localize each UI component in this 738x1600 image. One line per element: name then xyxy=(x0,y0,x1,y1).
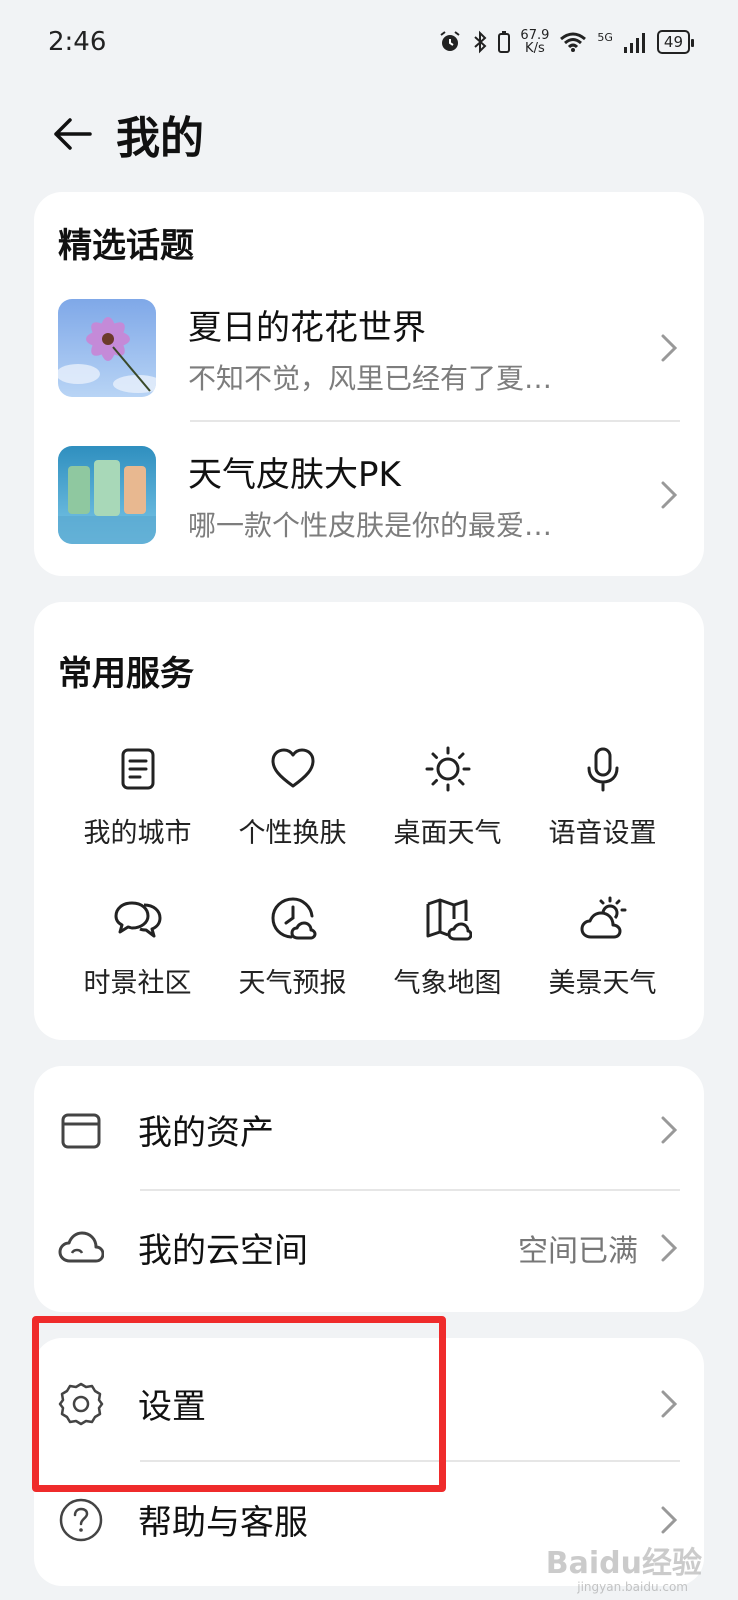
battery-indicator: 49 xyxy=(656,30,695,54)
status-icons: 67.9 K/s 5G 49 xyxy=(438,28,695,56)
baidu-watermark: Baidu经验 xyxy=(545,1546,702,1581)
settings-row[interactable]: 设置 xyxy=(58,1346,680,1461)
topic-subtitle: 哪一款个性皮肤是你的最爱… xyxy=(188,508,553,542)
service-weather-map[interactable]: 气象地图 xyxy=(370,872,525,1022)
chevron-right-icon xyxy=(661,1390,678,1417)
service-personal-skin[interactable]: 个性换肤 xyxy=(215,722,370,872)
my-cloud-space-row[interactable]: 我的云空间 空间已满 xyxy=(58,1190,680,1305)
service-weather-forecast[interactable]: 天气预报 xyxy=(215,872,370,1022)
cloud-status-value: 空间已满 xyxy=(518,1233,638,1269)
sun-icon xyxy=(425,746,470,791)
network-type: 5G xyxy=(597,31,613,44)
row-label: 设置 xyxy=(138,1387,206,1427)
my-assets-row[interactable]: 我的资产 xyxy=(58,1072,680,1187)
chevron-right-icon xyxy=(661,1116,678,1143)
chevron-right-icon xyxy=(661,481,678,509)
service-my-city[interactable]: 我的城市 xyxy=(60,722,215,872)
help-icon xyxy=(59,1498,103,1541)
service-voice-settings[interactable]: 语音设置 xyxy=(525,722,680,872)
network-speed: 67.9 K/s xyxy=(520,28,550,56)
page-header: 我的 xyxy=(50,96,204,172)
services-card: 常用服务 我的城市 个性换肤 桌面天气 语音设置 时景社区 天气预报 气象地图 xyxy=(34,602,704,1040)
back-arrow-icon[interactable] xyxy=(50,112,94,156)
services-title: 常用服务 xyxy=(58,654,194,694)
signal-icon xyxy=(623,33,645,53)
row-label: 帮助与客服 xyxy=(138,1503,308,1543)
topic-item-summer-flowers[interactable]: 夏日的花花世界 不知不觉，风里已经有了夏… xyxy=(58,288,680,408)
map-icon xyxy=(426,898,472,940)
status-time: 2:46 xyxy=(48,27,107,57)
row-label: 我的资产 xyxy=(138,1113,274,1153)
battery-small-icon xyxy=(498,31,511,53)
chevron-right-icon xyxy=(661,1506,678,1533)
sun-cloud-icon xyxy=(580,896,626,938)
box-icon xyxy=(61,1113,101,1148)
chat-bubbles-icon xyxy=(114,901,161,937)
topic-subtitle: 不知不觉，风里已经有了夏… xyxy=(188,361,553,395)
topic-title: 夏日的花花世界 xyxy=(188,307,426,348)
row-label: 我的云空间 xyxy=(138,1231,308,1271)
gear-icon xyxy=(58,1382,104,1425)
cloud-icon xyxy=(58,1231,104,1262)
flower-thumbnail xyxy=(58,299,156,397)
service-scenic-weather[interactable]: 美景天气 xyxy=(525,872,680,1022)
alarm-icon xyxy=(440,31,461,51)
divider xyxy=(190,420,680,422)
service-scene-community[interactable]: 时景社区 xyxy=(60,872,215,1022)
document-icon xyxy=(121,748,154,789)
assets-card: 我的资产 我的云空间 空间已满 xyxy=(34,1066,704,1312)
status-bar: 2:46 67.9 K/s 5G 49 xyxy=(0,0,738,84)
weather-skins-thumbnail xyxy=(58,446,156,544)
chevron-right-icon xyxy=(661,334,678,362)
baidu-watermark-url: jingyan.baidu.com xyxy=(577,1580,688,1594)
topic-item-weather-skins[interactable]: 天气皮肤大PK 哪一款个性皮肤是你的最爱… xyxy=(58,435,680,555)
clock-cloud-icon xyxy=(270,896,316,939)
heart-icon xyxy=(271,748,314,787)
topic-title: 天气皮肤大PK xyxy=(188,454,401,495)
chevron-right-icon xyxy=(661,1234,678,1261)
services-grid: 我的城市 个性换肤 桌面天气 语音设置 时景社区 天气预报 气象地图 美景天气 xyxy=(60,722,680,1022)
bluetooth-icon xyxy=(474,30,487,54)
wifi-icon xyxy=(560,32,587,52)
microphone-icon xyxy=(587,747,618,791)
service-desktop-weather[interactable]: 桌面天气 xyxy=(370,722,525,872)
featured-topics-title: 精选话题 xyxy=(58,226,194,266)
featured-topics-card: 精选话题 夏日的花花世界 不知不觉，风里已经有了夏… 天气皮肤大PK 哪一款个性… xyxy=(34,192,704,576)
page-title: 我的 xyxy=(116,113,204,164)
